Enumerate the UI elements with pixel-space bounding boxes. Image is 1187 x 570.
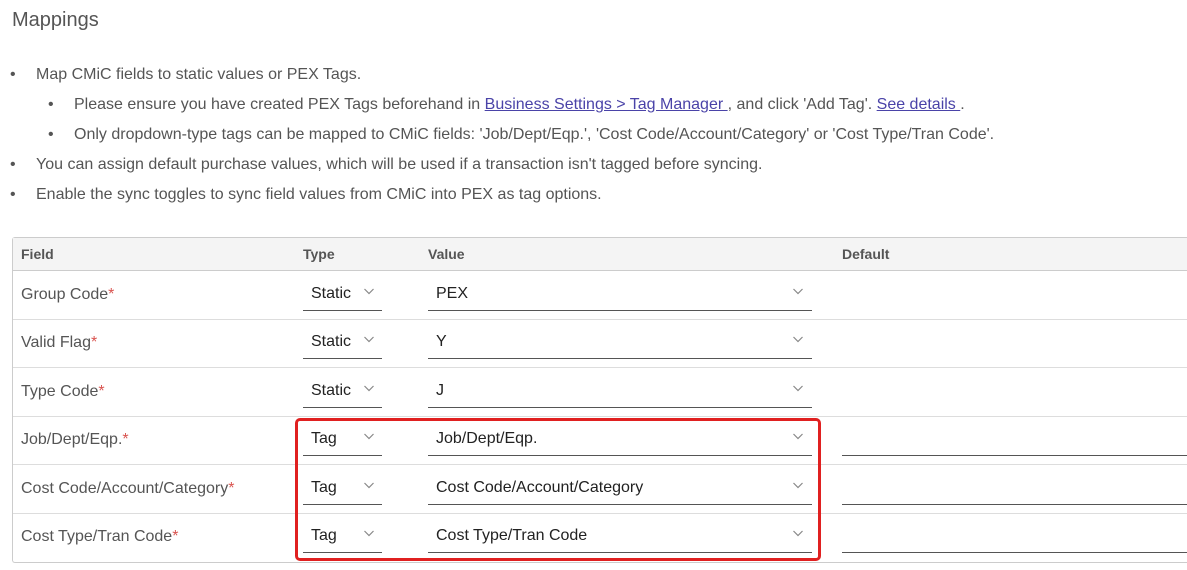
chevron-down-icon xyxy=(793,385,803,392)
required-marker: * xyxy=(90,334,98,352)
value-select[interactable]: Cost Type/Tran Code xyxy=(428,524,812,553)
type-select[interactable]: Tag xyxy=(303,524,382,553)
header-type: Type xyxy=(303,246,335,262)
value-text: Y xyxy=(436,333,447,351)
field-label: Valid Flag* xyxy=(21,334,97,352)
type-select[interactable]: Tag xyxy=(303,427,382,457)
chevron-down-icon xyxy=(793,288,803,295)
tag-manager-link[interactable]: Business Settings > Tag Manager xyxy=(485,96,728,113)
table-row: Type Code* Static J xyxy=(13,368,1187,417)
header-value: Value xyxy=(428,246,465,262)
type-value: Tag xyxy=(311,430,337,448)
value-text: Cost Type/Tran Code xyxy=(436,527,588,544)
field-label: Job/Dept/Eqp.* xyxy=(21,431,129,449)
value-select[interactable]: PEX xyxy=(428,282,812,311)
required-marker: * xyxy=(98,382,105,400)
list-item: You can assign default purchase values, … xyxy=(0,150,1187,180)
default-value-field[interactable] xyxy=(842,524,1187,553)
default-value-field[interactable] xyxy=(842,427,1187,457)
required-marker: * xyxy=(172,528,179,545)
field-name: Cost Type/Tran Code xyxy=(21,528,173,545)
chevron-down-icon xyxy=(793,433,803,440)
list-item: Map CMiC fields to static values or PEX … xyxy=(0,60,1187,90)
type-value: Static xyxy=(311,285,352,302)
value-text: J xyxy=(436,381,444,399)
table-row: Cost Code/Account/Category* Tag Cost Code/… xyxy=(13,465,1187,514)
header-field: Field xyxy=(21,246,54,262)
list-item: Only dropdown-type tags can be mapped to… xyxy=(0,120,1187,150)
instruction-text: . xyxy=(960,96,965,113)
chevron-down-icon xyxy=(793,530,803,537)
default-value-field[interactable] xyxy=(842,476,1187,505)
field-name: Group Code xyxy=(21,286,109,303)
field-label: Group Code* xyxy=(21,286,114,304)
required-marker: * xyxy=(228,479,235,497)
value-text: Job/Dept/Eqp. xyxy=(436,430,538,448)
table-row: Job/Dept/Eqp.* Tag Job/Dept/Eqp. xyxy=(13,416,1187,466)
mappings-table: Field Type Value Default Group Code* Stat… xyxy=(12,237,1187,563)
type-value: Tag xyxy=(311,478,337,496)
value-select[interactable]: J xyxy=(428,379,812,408)
type-value: Static xyxy=(311,381,352,399)
value-select[interactable]: Cost Code/Account/Category xyxy=(428,476,812,505)
type-select[interactable]: Static xyxy=(303,282,382,311)
field-name: Valid Flag xyxy=(21,334,91,352)
list-item: Enable the sync toggles to sync field va… xyxy=(0,180,1187,210)
list-item: Please ensure you have created PEX Tags … xyxy=(0,90,1187,120)
chevron-down-icon xyxy=(364,288,374,295)
instruction-text: , and click 'Add Tag'. xyxy=(727,96,877,113)
instruction-text: You can assign default purchase values, … xyxy=(36,156,763,173)
instruction-text: Enable the sync toggles to sync field va… xyxy=(36,186,602,203)
chevron-down-icon xyxy=(793,482,803,488)
value-text: Cost Code/Account/Category xyxy=(436,478,644,496)
type-select[interactable]: Static xyxy=(303,330,382,360)
table-row: Valid Flag* Static Y xyxy=(13,319,1187,369)
instruction-text: Please ensure you have created PEX Tags … xyxy=(74,96,485,113)
value-select[interactable]: Y xyxy=(428,330,812,360)
field-label: Cost Code/Account/Category* xyxy=(21,480,234,498)
instruction-text: Only dropdown-type tags can be mapped to… xyxy=(74,126,995,143)
page-title: Mappings xyxy=(12,9,99,31)
header-default: Default xyxy=(842,246,890,262)
table-row: Cost Type/Tran Code* Tag Cost Type/Tran Co… xyxy=(13,513,1187,561)
type-select[interactable]: Tag xyxy=(303,476,382,505)
chevron-down-icon xyxy=(364,433,374,440)
type-value: Static xyxy=(311,333,352,351)
chevron-down-icon xyxy=(364,336,374,343)
required-marker: * xyxy=(108,286,115,303)
field-name: Cost Code/Account/Category xyxy=(21,479,229,497)
value-text: PEX xyxy=(436,285,469,302)
type-value: Tag xyxy=(311,527,337,544)
table-row: Group Code* Static PEX xyxy=(13,271,1187,320)
field-name: Job/Dept/Eqp. xyxy=(21,431,123,449)
instructions-list: Map CMiC fields to static values or PEX … xyxy=(0,60,1187,210)
field-label: Cost Type/Tran Code* xyxy=(21,528,178,546)
required-marker: * xyxy=(122,431,129,449)
instruction-text: Map CMiC fields to static values or PEX … xyxy=(36,66,362,83)
chevron-down-icon xyxy=(364,385,374,392)
table-header: Field Type Value Default xyxy=(13,238,1187,271)
see-details-link[interactable]: See details xyxy=(877,96,961,113)
field-name: Type Code xyxy=(21,382,99,400)
value-select[interactable]: Job/Dept/Eqp. xyxy=(428,427,812,457)
chevron-down-icon xyxy=(364,482,374,488)
field-label: Type Code* xyxy=(21,383,105,401)
chevron-down-icon xyxy=(364,530,374,537)
chevron-down-icon xyxy=(793,336,803,343)
type-select[interactable]: Static xyxy=(303,379,382,408)
